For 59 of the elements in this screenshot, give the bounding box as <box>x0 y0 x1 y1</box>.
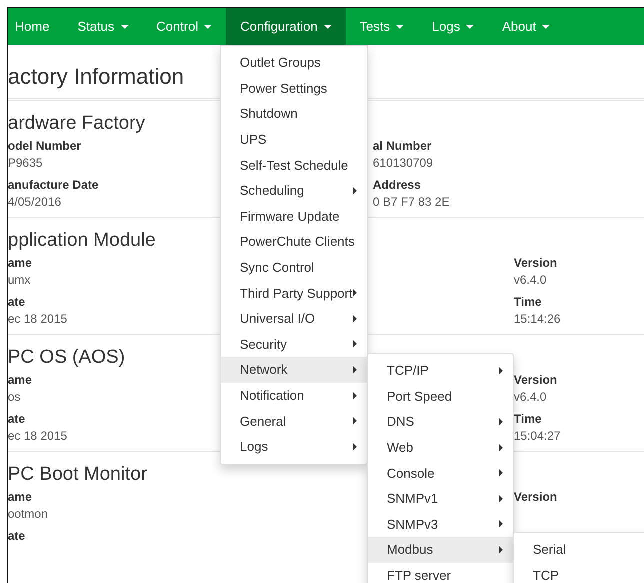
menu-item[interactable]: Self-Test Schedule <box>221 152 367 178</box>
field-value: ec 18 2015 <box>8 428 68 445</box>
field-value: 0 B7 F7 83 2E <box>373 194 450 211</box>
field-label: anufacture Date <box>8 177 99 194</box>
menu-item[interactable]: Notification <box>221 382 367 408</box>
menu-item[interactable]: Scheduling <box>221 178 367 204</box>
field-label: Version <box>514 489 558 506</box>
field-label: odel Number <box>8 138 82 155</box>
menu-item[interactable]: Console <box>368 460 513 486</box>
field-value: 4/05/2016 <box>8 194 62 211</box>
menu-item[interactable]: Network <box>221 357 367 383</box>
section-title: ardware Factory <box>8 113 146 135</box>
menu-item[interactable]: FTP server <box>368 562 513 583</box>
menu-item[interactable]: Third Party Support <box>221 280 367 306</box>
menu-item[interactable]: UPS <box>221 126 367 152</box>
menu-item[interactable]: Universal I/O <box>221 306 367 332</box>
field-label: ate <box>8 294 26 311</box>
section-title: pplication Module <box>8 230 156 252</box>
field-label: ame <box>8 372 32 389</box>
field-value: ec 18 2015 <box>8 311 68 328</box>
field-value: os <box>8 389 21 406</box>
field-value: umx <box>8 272 31 289</box>
nav-item[interactable]: Configuration <box>226 8 346 45</box>
menu-item[interactable]: Modbus <box>368 537 513 563</box>
field-value: ootmon <box>8 506 48 523</box>
menu-item[interactable]: Security <box>221 332 367 358</box>
menu-item[interactable]: TCP/IP <box>368 358 513 384</box>
field-label: Time <box>514 411 542 428</box>
field-value: 610130709 <box>373 155 434 172</box>
menu-item[interactable]: SNMPv1 <box>368 486 513 512</box>
field-label: Version <box>514 255 558 272</box>
field-label: ame <box>8 489 32 506</box>
field-value: v6.4.0 <box>514 389 547 406</box>
menu-item[interactable]: Firmware Update <box>221 204 367 230</box>
menu-item[interactable]: Outlet Groups <box>221 50 367 76</box>
menu-item[interactable]: Web <box>368 434 513 460</box>
menu-item[interactable]: General <box>221 408 367 434</box>
field-value: 15:04:27 <box>514 428 561 445</box>
field-value: 15:14:26 <box>514 311 561 328</box>
section-title: PC Boot Monitor <box>8 464 148 486</box>
field-label: Time <box>514 294 542 311</box>
menu-item[interactable]: DNS <box>368 409 513 435</box>
field-label: ate <box>8 411 26 428</box>
menu-item[interactable]: Logs <box>221 434 367 460</box>
menu-item[interactable]: Power Settings <box>221 76 367 102</box>
field-label: al Number <box>373 138 432 155</box>
field-label: ame <box>8 255 32 272</box>
menu-item[interactable]: Shutdown <box>221 101 367 127</box>
menu-item[interactable]: Sync Control <box>221 254 367 280</box>
section-title: PC OS (AOS) <box>8 347 126 369</box>
field-label: Address <box>373 177 422 194</box>
menu-item[interactable]: Port Speed <box>368 384 513 410</box>
page-title: actory Information <box>8 64 184 89</box>
field-value: v6.4.0 <box>514 272 547 289</box>
field-value: P9635 <box>8 155 43 172</box>
menu-item[interactable]: PowerChute Clients <box>221 229 367 255</box>
menu-item[interactable]: SNMPv3 <box>368 512 513 538</box>
field-label: Version <box>514 372 558 389</box>
field-label: ate <box>8 528 26 545</box>
